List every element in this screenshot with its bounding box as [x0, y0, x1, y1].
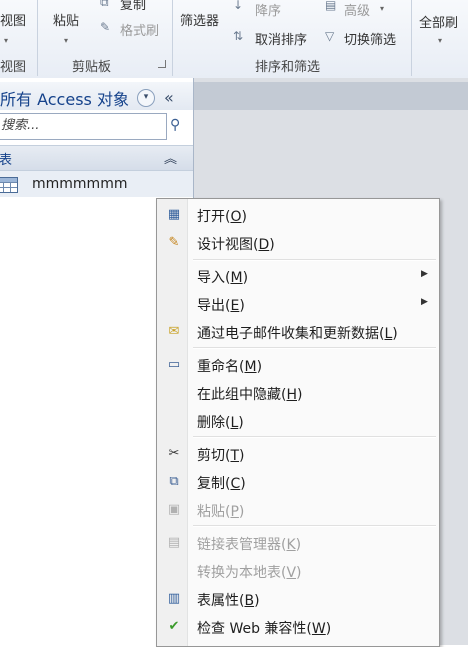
toggle-filter-icon: ▽ — [325, 29, 335, 43]
menu-item-label: 表属性(B) — [197, 593, 260, 609]
menu-item-cut[interactable]: ✂ 剪切(T) — [159, 441, 437, 467]
open-icon: ▦ — [167, 207, 181, 222]
menu-item-label: 重命名(M) — [197, 359, 263, 375]
filter-button[interactable]: 筛选器 — [180, 10, 219, 29]
views-group-label: 视图 — [0, 60, 27, 75]
clear-sort-button[interactable]: 取消排序 — [255, 29, 307, 48]
group-divider — [37, 0, 38, 76]
search-box[interactable] — [0, 113, 167, 140]
format-painter-icon: ✎ — [100, 20, 111, 34]
group-divider — [411, 0, 412, 76]
menu-separator — [193, 259, 436, 261]
paste-icon: ▣ — [167, 502, 181, 517]
submenu-arrow-icon: ▶ — [421, 269, 428, 279]
menu-item-paste[interactable]: ▣ 粘贴(P) — [159, 497, 437, 523]
search-input[interactable] — [0, 114, 151, 137]
menu-item-label: 导入(M) — [197, 270, 249, 286]
table-item[interactable]: mmmmmmm — [0, 171, 193, 197]
collapse-pane-icon[interactable]: « — [164, 88, 174, 107]
properties-icon: ▥ — [167, 591, 181, 606]
menu-item-web-check[interactable]: ✔ 检查 Web 兼容性(W) — [159, 614, 437, 640]
refresh-dropdown-icon[interactable]: ▾ — [438, 36, 442, 45]
copy-icon: ⧉ — [169, 474, 179, 489]
sort-descending-icon: ↓ — [233, 0, 244, 12]
refresh-all-button[interactable]: 全部刷 — [419, 12, 458, 31]
nav-title[interactable]: 所有 Access 对象 — [0, 86, 129, 110]
view-dropdown-icon[interactable]: ▾ — [4, 36, 8, 45]
menu-item-link-manager[interactable]: ▤ 链接表管理器(K) — [159, 530, 437, 556]
paste-dropdown-icon[interactable]: ▾ — [64, 36, 68, 45]
advanced-dropdown-icon[interactable]: ▾ — [380, 4, 384, 13]
menu-item-label: 粘贴(P) — [197, 504, 245, 520]
menu-item-properties[interactable]: ▥ 表属性(B) — [159, 586, 437, 612]
sort-filter-group-label: 排序和筛选 — [255, 60, 321, 75]
menu-item-label: 转换为本地表(V) — [197, 565, 302, 581]
menu-item-label: 设计视图(D) — [197, 237, 275, 253]
copy-button[interactable]: 复制 — [120, 0, 146, 13]
clipboard-group-label: 剪贴板 — [72, 60, 112, 75]
menu-item-open[interactable]: ▦ 打开(O) — [159, 202, 437, 228]
clear-sort-icon: ⇅ — [233, 29, 244, 43]
menu-item-label: 复制(C) — [197, 476, 246, 492]
table-item-label: mmmmmmm — [32, 176, 128, 192]
link-manager-icon: ▤ — [167, 535, 181, 550]
menu-item-label: 导出(E) — [197, 298, 245, 314]
menu-item-label: 删除(L) — [197, 415, 244, 431]
descending-button[interactable]: 降序 — [255, 0, 281, 19]
menu-item-email-collect[interactable]: ✉ 通过电子邮件收集和更新数据(L) — [159, 319, 437, 345]
group-divider — [172, 0, 173, 76]
menu-item-label: 链接表管理器(K) — [197, 537, 302, 553]
scissors-icon: ✂ — [168, 446, 180, 461]
format-painter-button[interactable]: 格式刷 — [120, 20, 159, 39]
menu-item-hide[interactable]: 在此组中隐藏(H) — [159, 380, 437, 406]
web-check-icon: ✔ — [168, 619, 180, 634]
rename-icon: ▭ — [167, 357, 181, 372]
view-button-partial[interactable]: 视图 — [0, 10, 26, 29]
menu-separator — [193, 347, 436, 349]
tables-group-header[interactable]: 表 ︽ — [0, 145, 193, 171]
document-tab-strip — [194, 82, 468, 110]
design-view-icon: ✎ — [168, 235, 180, 250]
menu-item-rename[interactable]: ▭ 重命名(M) — [159, 352, 437, 378]
ribbon: 视图 ▾ 视图 粘贴 ▾ ⧉ 复制 ✎ 格式刷 剪贴板 筛选器 ↓ 降序 ▤ 高… — [0, 0, 468, 79]
advanced-button[interactable]: 高级 — [344, 0, 370, 19]
email-collect-icon: ✉ — [168, 324, 180, 339]
clipboard-launcher-icon[interactable] — [158, 60, 166, 68]
menu-item-label: 通过电子邮件收集和更新数据(L) — [197, 326, 398, 342]
paste-button[interactable]: 粘贴 — [53, 10, 79, 29]
menu-item-delete[interactable]: 删除(L) — [159, 408, 437, 434]
menu-item-label: 剪切(T) — [197, 448, 245, 464]
tables-group-label: 表 — [0, 153, 13, 168]
search-icon[interactable]: ⚲ — [170, 117, 180, 133]
menu-item-export[interactable]: 导出(E) ▶ — [159, 291, 437, 317]
toggle-filter-button[interactable]: 切换筛选 — [344, 29, 396, 48]
menu-item-design-view[interactable]: ✎ 设计视图(D) — [159, 230, 437, 256]
menu-item-label: 打开(O) — [197, 209, 247, 225]
menu-separator — [193, 436, 436, 438]
menu-item-label: 在此组中隐藏(H) — [197, 387, 303, 403]
copy-icon: ⧉ — [100, 0, 109, 9]
table-icon — [0, 177, 18, 193]
menu-item-label: 检查 Web 兼容性(W) — [197, 621, 332, 637]
nav-menu-dropdown-icon[interactable]: ▾ — [137, 89, 155, 107]
nav-header[interactable]: 所有 Access 对象 ▾ « — [0, 82, 193, 110]
menu-item-import[interactable]: 导入(M) ▶ — [159, 263, 437, 289]
menu-item-copy[interactable]: ⧉ 复制(C) — [159, 469, 437, 495]
menu-separator — [193, 525, 436, 527]
advanced-filter-icon: ▤ — [325, 0, 337, 12]
collapse-group-icon[interactable]: ︽ — [164, 148, 177, 167]
menu-item-convert-local[interactable]: 转换为本地表(V) — [159, 558, 437, 584]
context-menu: ▦ 打开(O) ✎ 设计视图(D) 导入(M) ▶ 导出(E) ▶ ✉ 通过电子… — [156, 198, 440, 647]
submenu-arrow-icon: ▶ — [421, 297, 428, 307]
